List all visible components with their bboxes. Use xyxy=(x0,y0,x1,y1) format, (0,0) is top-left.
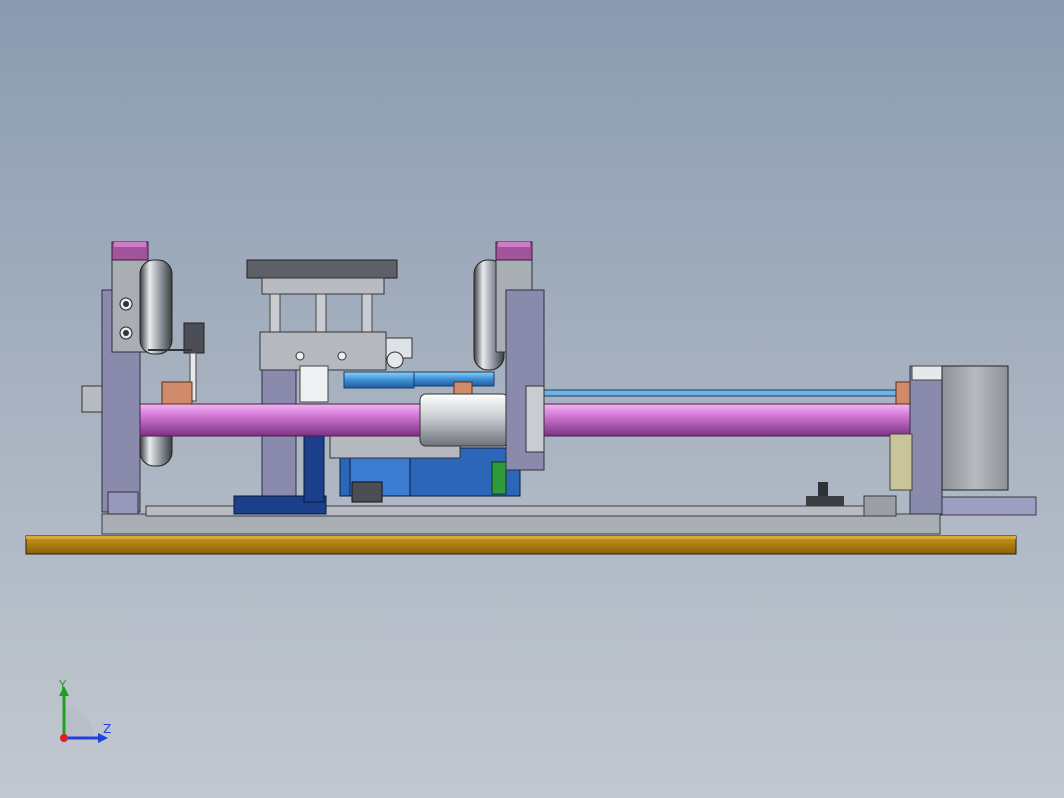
z-axis-label: Z xyxy=(103,722,112,736)
base-plate[interactable] xyxy=(25,535,1017,555)
linear-rail[interactable] xyxy=(343,371,911,397)
cad-model[interactable] xyxy=(0,0,1064,798)
left-support[interactable] xyxy=(81,241,149,515)
graphics-viewport[interactable]: Y Z xyxy=(0,0,1064,798)
stepper-motor[interactable] xyxy=(941,365,1009,491)
shaft-sleeve[interactable] xyxy=(419,393,509,447)
clamp[interactable] xyxy=(806,482,844,506)
y-axis-label: Y xyxy=(59,678,67,692)
x-axis-dot xyxy=(60,734,68,742)
